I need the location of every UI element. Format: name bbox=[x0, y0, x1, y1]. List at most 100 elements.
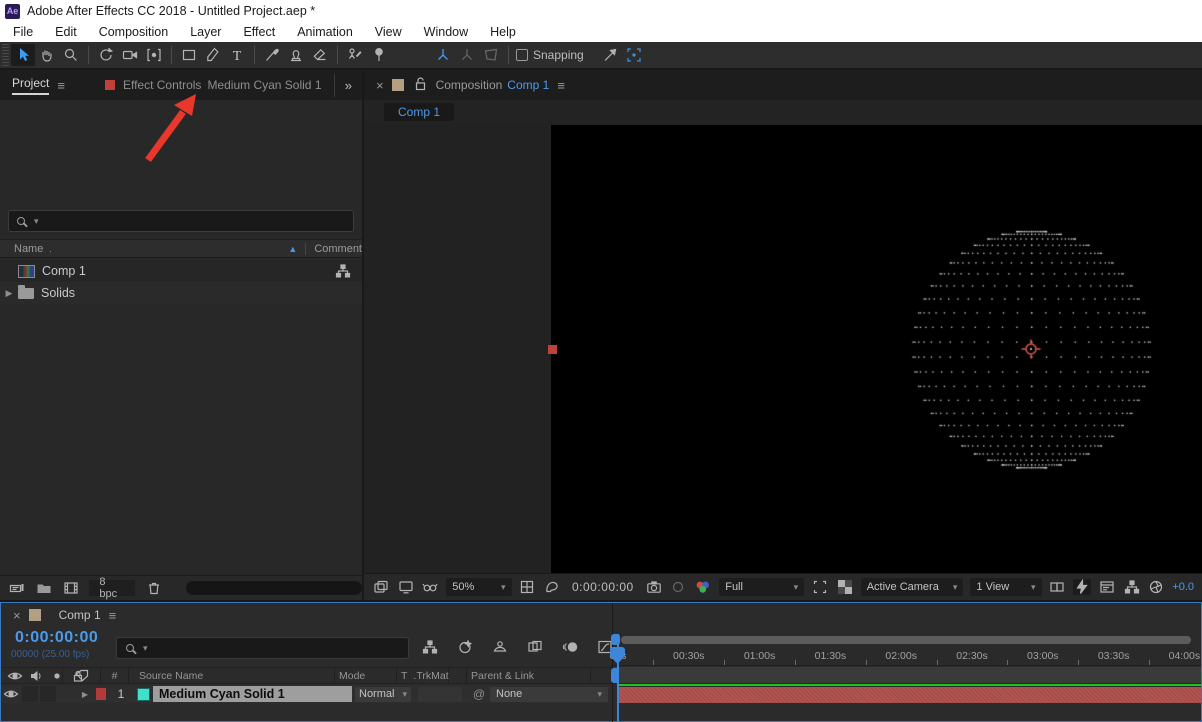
menu-item-window[interactable]: Window bbox=[413, 25, 479, 39]
hand-tool-icon[interactable] bbox=[35, 44, 59, 66]
selection-tool-icon[interactable] bbox=[11, 44, 35, 66]
trkmat-cell[interactable] bbox=[418, 687, 462, 702]
flowchart-icon[interactable] bbox=[334, 263, 352, 279]
rectangle-tool-icon[interactable] bbox=[177, 44, 201, 66]
exposure-value[interactable]: +0.0 bbox=[1172, 581, 1194, 593]
layer-selection-handle[interactable] bbox=[548, 345, 557, 354]
motion-blur-icon[interactable] bbox=[561, 639, 579, 655]
puppet-pin-tool-icon[interactable] bbox=[367, 44, 391, 66]
view-axis-mode-icon[interactable] bbox=[479, 44, 503, 66]
menu-item-effect[interactable]: Effect bbox=[232, 25, 286, 39]
fast-previews-icon[interactable] bbox=[1073, 579, 1091, 595]
layer-name[interactable]: Medium Cyan Solid 1 bbox=[153, 686, 352, 702]
camera-view-dropdown[interactable]: Active Camera▾ bbox=[861, 578, 964, 596]
monitor-icon[interactable] bbox=[397, 579, 415, 595]
timeline-panel-menu-icon[interactable]: ≡ bbox=[109, 608, 117, 623]
project-panel-menu-icon[interactable]: ≡ bbox=[57, 78, 65, 93]
zoom-tool-icon[interactable] bbox=[59, 44, 83, 66]
tab-effect-controls[interactable]: Effect Controls bbox=[123, 78, 201, 92]
trash-icon[interactable] bbox=[145, 580, 162, 596]
draft-3d-icon[interactable] bbox=[491, 639, 509, 655]
menu-item-composition[interactable]: Composition bbox=[88, 25, 179, 39]
renderer-icon[interactable] bbox=[456, 639, 474, 655]
snapshot-camera-icon[interactable] bbox=[645, 579, 663, 595]
project-search-input[interactable]: ▾ bbox=[8, 210, 354, 232]
region-of-interest-icon[interactable] bbox=[811, 579, 829, 595]
composition-panel-menu-icon[interactable]: ≡ bbox=[557, 78, 565, 93]
layer-audio-cell[interactable] bbox=[22, 686, 38, 702]
current-time-display[interactable]: 0:00:00:00 bbox=[15, 629, 98, 647]
project-column-headers[interactable]: Name . ▲ Comment bbox=[0, 239, 362, 258]
menu-item-file[interactable]: File bbox=[2, 25, 44, 39]
preview-time[interactable]: 0:00:00:00 bbox=[568, 580, 638, 594]
label-color-icon[interactable] bbox=[73, 668, 91, 684]
column-name[interactable]: Name bbox=[14, 243, 43, 255]
close-tab-icon[interactable]: × bbox=[13, 608, 21, 623]
project-item-label[interactable]: Solids bbox=[41, 286, 75, 300]
pan-behind-tool-icon[interactable] bbox=[142, 44, 166, 66]
column-mode[interactable]: Mode bbox=[335, 668, 397, 683]
new-composition-icon[interactable] bbox=[62, 580, 79, 596]
composition-name[interactable]: Comp 1 bbox=[507, 78, 549, 92]
expand-caret-icon[interactable]: ▶ bbox=[0, 288, 18, 299]
menu-item-view[interactable]: View bbox=[364, 25, 413, 39]
sort-ascending-icon[interactable]: ▲ bbox=[288, 244, 297, 254]
column-index[interactable]: # bbox=[101, 668, 129, 683]
layer-expand-caret-icon[interactable]: ▶ bbox=[77, 686, 93, 702]
project-row-solids[interactable]: ▶ Solids bbox=[0, 282, 362, 304]
rotation-tool-icon[interactable] bbox=[94, 44, 118, 66]
column-trkmat[interactable]: .TrkMat bbox=[413, 670, 448, 682]
project-item-label[interactable]: Comp 1 bbox=[42, 264, 86, 278]
grid-options-icon[interactable] bbox=[519, 579, 537, 595]
pickwhip-icon[interactable]: @ bbox=[473, 687, 485, 701]
roto-brush-tool-icon[interactable] bbox=[343, 44, 367, 66]
tab-timeline-comp1[interactable]: Comp 1 bbox=[59, 608, 101, 622]
reset-exposure-icon[interactable] bbox=[1148, 579, 1166, 595]
type-tool-icon[interactable]: T bbox=[225, 44, 249, 66]
close-tab-icon[interactable]: × bbox=[376, 78, 384, 93]
unlock-icon[interactable] bbox=[412, 76, 428, 95]
timeline-search-input[interactable]: ▾ bbox=[116, 637, 409, 659]
work-area-start-handle[interactable] bbox=[611, 668, 619, 683]
project-horizontal-scrollbar[interactable] bbox=[186, 581, 362, 595]
tab-composition[interactable]: Composition bbox=[436, 78, 503, 92]
pixel-aspect-icon[interactable] bbox=[1049, 579, 1067, 595]
menu-item-edit[interactable]: Edit bbox=[44, 25, 88, 39]
new-folder-icon[interactable] bbox=[35, 580, 52, 596]
brush-tool-icon[interactable] bbox=[260, 44, 284, 66]
layer-solo-cell[interactable] bbox=[40, 686, 56, 702]
mini-timeline-icon[interactable] bbox=[1098, 579, 1116, 595]
column-source-name[interactable]: Source Name bbox=[129, 668, 335, 683]
comp-flowchart-icon[interactable] bbox=[1123, 579, 1141, 595]
audio-speaker-icon[interactable] bbox=[28, 668, 44, 684]
comp-view-area[interactable] bbox=[551, 125, 1202, 573]
frame-blending-icon[interactable] bbox=[526, 639, 544, 655]
capture-region-icon[interactable] bbox=[622, 44, 646, 66]
show-snapshot-icon[interactable] bbox=[669, 579, 687, 595]
pointer-arrow-icon[interactable] bbox=[598, 44, 622, 66]
comp-mini-flowchart-icon[interactable] bbox=[421, 639, 439, 655]
eraser-tool-icon[interactable] bbox=[308, 44, 332, 66]
mask-visibility-icon[interactable] bbox=[543, 579, 561, 595]
camera-tool-icon[interactable] bbox=[118, 44, 142, 66]
transparency-grid-icon[interactable] bbox=[836, 579, 854, 595]
menu-item-help[interactable]: Help bbox=[479, 25, 527, 39]
view-layout-dropdown[interactable]: 1 View▾ bbox=[970, 578, 1041, 596]
magnification-dropdown[interactable]: 50%▾ bbox=[446, 578, 511, 596]
interpret-footage-icon[interactable] bbox=[8, 580, 25, 596]
layer-row-1[interactable]: ▶ 1 Medium Cyan Solid 1 Normal▾ @ None▾ bbox=[1, 685, 612, 703]
layer-label-color[interactable] bbox=[96, 688, 106, 700]
solid-color-swatch[interactable] bbox=[137, 688, 150, 701]
project-row-comp1[interactable]: Comp 1 bbox=[0, 260, 362, 282]
tab-project[interactable]: Project bbox=[12, 76, 49, 95]
snapping-checkbox[interactable] bbox=[516, 49, 528, 61]
layer-duration-bar[interactable] bbox=[618, 687, 1201, 703]
tab-overflow-chevron[interactable]: » bbox=[334, 74, 362, 97]
local-axis-mode-icon[interactable] bbox=[431, 44, 455, 66]
parent-dropdown[interactable]: None▾ bbox=[490, 687, 608, 702]
viewer-subtab-comp1[interactable]: Comp 1 bbox=[384, 103, 454, 121]
menu-item-layer[interactable]: Layer bbox=[179, 25, 232, 39]
blend-mode-dropdown[interactable]: Normal▾ bbox=[355, 687, 411, 702]
clone-stamp-tool-icon[interactable] bbox=[284, 44, 308, 66]
stereo-glasses-icon[interactable] bbox=[422, 579, 440, 595]
